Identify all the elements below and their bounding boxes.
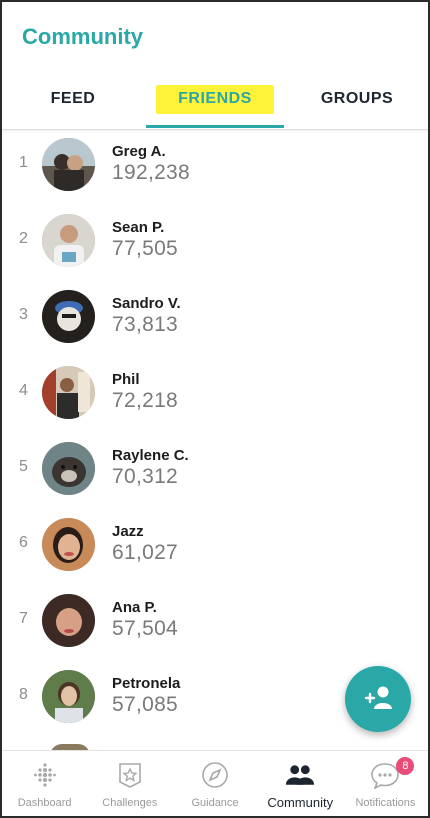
- add-friend-button[interactable]: [345, 666, 411, 732]
- step-count: 192,238: [112, 161, 191, 184]
- header: Community FEED FRIENDS GROUPS: [2, 2, 428, 130]
- nav-community[interactable]: Community: [258, 751, 343, 816]
- friend-name: Sandro V.: [112, 295, 181, 312]
- leaderboard-row[interactable]: 5 Raylene C. 70,312: [2, 434, 428, 510]
- leaderboard-row[interactable]: 6 Jazz 61,027: [2, 510, 428, 586]
- nav-label: Community: [267, 795, 334, 810]
- nav-label: Challenges: [102, 797, 158, 809]
- rank-number: 1: [19, 154, 28, 171]
- step-count: 57,085: [112, 693, 179, 716]
- nav-guidance[interactable]: Guidance: [172, 751, 257, 816]
- rank-number: 7: [19, 610, 28, 627]
- friend-name: Jazz: [112, 523, 144, 540]
- avatar[interactable]: [42, 518, 95, 571]
- avatar[interactable]: [42, 138, 95, 191]
- dashboard-icon: [30, 760, 60, 790]
- friend-name: Raylene C.: [112, 447, 189, 464]
- avatar[interactable]: [42, 290, 95, 343]
- nav-label: Guidance: [191, 797, 239, 809]
- friend-name: Greg A.: [112, 143, 166, 160]
- tab-groups-label: GROUPS: [320, 90, 394, 107]
- notification-badge: 8: [396, 757, 415, 775]
- tab-friends-label: FRIENDS: [156, 84, 274, 114]
- step-count: 77,505: [112, 237, 179, 260]
- leaderboard-row[interactable]: 7 Ana P. 57,504: [2, 586, 428, 662]
- tab-feed-label: FEED: [50, 90, 96, 107]
- avatar[interactable]: [42, 594, 95, 647]
- tab-friends[interactable]: FRIENDS: [144, 70, 286, 128]
- friends-leaderboard: 1 Greg A. 192,238 2 Sean P. 77,505 3 San…: [2, 130, 428, 738]
- nav-notifications[interactable]: 8 Notifications: [343, 751, 428, 816]
- friend-name: Petronela: [112, 675, 181, 692]
- rank-number: 5: [19, 458, 28, 475]
- step-count: 61,027: [112, 541, 179, 564]
- leaderboard-row[interactable]: 3 Sandro V. 73,813: [2, 282, 428, 358]
- avatar[interactable]: [42, 670, 95, 723]
- tab-groups[interactable]: GROUPS: [286, 70, 428, 128]
- people-icon: [285, 760, 315, 790]
- compass-icon: [200, 760, 230, 790]
- avatar[interactable]: [42, 214, 95, 267]
- tab-feed[interactable]: FEED: [2, 70, 144, 128]
- app-frame: Community FEED FRIENDS GROUPS 1 Greg A. …: [0, 0, 430, 818]
- add-friend-icon: [363, 684, 393, 715]
- nav-dashboard[interactable]: Dashboard: [2, 751, 87, 816]
- avatar[interactable]: [42, 366, 95, 419]
- friend-name: Phil: [112, 371, 140, 388]
- page-title: Community: [22, 24, 143, 49]
- bottom-nav: Dashboard Challenges Guidance Community …: [2, 750, 428, 816]
- leaderboard-row[interactable]: 4 Phil 72,218: [2, 358, 428, 434]
- step-count: 72,218: [112, 389, 179, 412]
- rank-number: 3: [19, 306, 28, 323]
- rank-number: 6: [19, 534, 28, 551]
- step-count: 57,504: [112, 617, 179, 640]
- avatar[interactable]: [42, 442, 95, 495]
- nav-label: Dashboard: [17, 797, 72, 809]
- rank-number: 2: [19, 230, 28, 247]
- step-count: 73,813: [112, 313, 179, 336]
- friend-name: Sean P.: [112, 219, 165, 236]
- nav-challenges[interactable]: Challenges: [87, 751, 172, 816]
- nav-label: Notifications: [355, 797, 416, 809]
- rank-number: 4: [19, 382, 28, 399]
- step-count: 70,312: [112, 465, 179, 488]
- star-icon: [115, 760, 145, 790]
- leaderboard-row[interactable]: 1 Greg A. 192,238: [2, 130, 428, 206]
- tab-bar: FEED FRIENDS GROUPS: [2, 70, 428, 128]
- leaderboard-row[interactable]: 2 Sean P. 77,505: [2, 206, 428, 282]
- friend-name: Ana P.: [112, 599, 157, 616]
- rank-number: 8: [19, 686, 28, 703]
